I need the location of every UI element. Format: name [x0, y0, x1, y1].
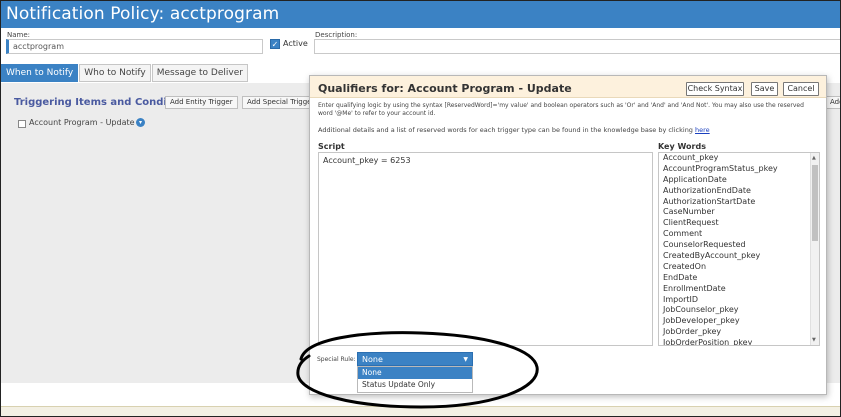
keyword-item[interactable]: ApplicationDate: [659, 175, 819, 186]
special-rule-value: None: [362, 355, 383, 364]
keyword-item[interactable]: EndDate: [659, 273, 819, 284]
special-rule-options: None Status Update Only: [357, 366, 473, 393]
special-rule-option-status-update-only[interactable]: Status Update Only: [358, 379, 472, 391]
add-button-partial[interactable]: Add: [825, 96, 840, 109]
script-textarea[interactable]: Account_pkey = 6253: [318, 152, 653, 346]
additional-text: Additional details and a list of reserve…: [318, 126, 693, 134]
keyword-item[interactable]: ImportID: [659, 295, 819, 306]
name-label: Name:: [7, 31, 31, 39]
special-rule-select[interactable]: None ▼: [357, 352, 473, 366]
save-button[interactable]: Save: [751, 82, 778, 96]
check-icon: ✓: [271, 40, 279, 49]
scroll-up-icon[interactable]: ▲: [812, 155, 816, 161]
dialog-header: Qualifiers for: Account Program - Update…: [310, 76, 826, 98]
keyword-item[interactable]: ClientRequest: [659, 218, 819, 229]
scroll-down-icon[interactable]: ▼: [812, 337, 816, 343]
add-entity-trigger-button[interactable]: Add Entity Trigger: [165, 96, 238, 109]
keyword-item[interactable]: AuthorizationStartDate: [659, 197, 819, 208]
keywords-container: Account_pkey AccountProgramStatus_pkey App…: [659, 153, 819, 345]
name-input[interactable]: acctprogram: [6, 39, 263, 54]
active-label: Active: [283, 39, 308, 48]
tab-message-to-deliver[interactable]: Message to Deliver: [151, 64, 248, 82]
tab-who-to-notify[interactable]: Who to Notify: [79, 64, 151, 82]
info-circle-icon[interactable]: ▾: [136, 118, 145, 127]
dialog-additional-info: Additional details and a list of reserve…: [318, 126, 710, 134]
add-special-trigger-button[interactable]: Add Special Trigger: [242, 96, 312, 109]
special-rule-option-none[interactable]: None: [358, 367, 472, 379]
keyword-item[interactable]: Account_pkey: [659, 153, 819, 164]
keywords-scrollbar[interactable]: ▲ ▼: [810, 153, 819, 345]
keywords-list[interactable]: Account_pkey AccountProgramStatus_pkey App…: [658, 152, 820, 346]
keyword-item[interactable]: CaseNumber: [659, 207, 819, 218]
keyword-item[interactable]: EnrollmentDate: [659, 284, 819, 295]
keyword-item[interactable]: JobDeveloper_pkey: [659, 316, 819, 327]
trigger-item-checkbox[interactable]: [18, 120, 26, 128]
page-frame: Notification Policy: acctprogram Name: a…: [0, 0, 841, 417]
special-rule-label: Special Rule:: [317, 356, 356, 363]
tab-bar: When to Notify Who to Notify Message to …: [1, 64, 249, 82]
keyword-item[interactable]: CreatedOn: [659, 262, 819, 273]
knowledge-base-link[interactable]: here: [695, 126, 710, 134]
trigger-item-label[interactable]: Account Program - Update: [29, 118, 135, 127]
check-syntax-button[interactable]: Check Syntax: [686, 82, 744, 96]
description-label: Description:: [315, 31, 358, 39]
footer-strip: [1, 406, 840, 416]
scrollbar-thumb[interactable]: [812, 165, 818, 241]
dialog-title: Qualifiers for: Account Program - Update: [318, 82, 572, 95]
keyword-item[interactable]: JobOrder_pkey: [659, 327, 819, 338]
keyword-item[interactable]: AccountProgramStatus_pkey: [659, 164, 819, 175]
cancel-button[interactable]: Cancel: [783, 82, 819, 96]
keyword-item[interactable]: CounselorRequested: [659, 240, 819, 251]
chevron-down-icon: ▼: [463, 356, 468, 363]
dialog-instructions: Enter qualifying logic by using the synt…: [318, 102, 804, 117]
keyword-item[interactable]: JobCounselor_pkey: [659, 305, 819, 316]
keyword-item[interactable]: CreatedByAccount_pkey: [659, 251, 819, 262]
description-input[interactable]: [314, 39, 840, 54]
tab-when-to-notify[interactable]: When to Notify: [1, 64, 79, 82]
qualifiers-dialog: Qualifiers for: Account Program - Update…: [309, 75, 827, 395]
keywords-label: Key Words: [658, 142, 706, 151]
script-label: Script: [318, 142, 345, 151]
page-title: Notification Policy: acctprogram: [1, 1, 840, 28]
keyword-item[interactable]: Comment: [659, 229, 819, 240]
keyword-item[interactable]: JobOrderPosition_pkey: [659, 338, 819, 345]
active-checkbox[interactable]: ✓: [270, 39, 280, 49]
keyword-item[interactable]: AuthorizationEndDate: [659, 186, 819, 197]
